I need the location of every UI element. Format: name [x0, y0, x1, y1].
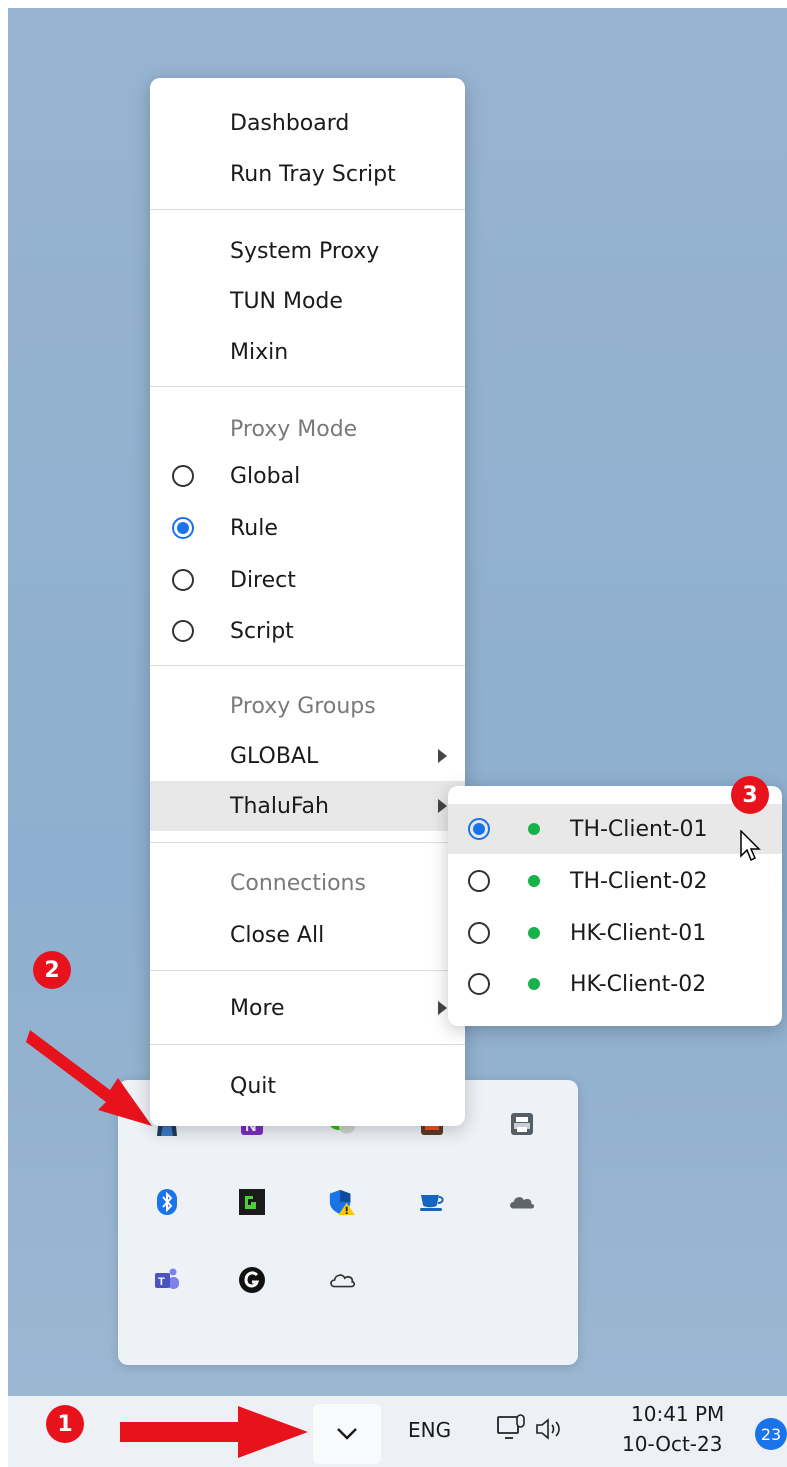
menu-item-label: Dashboard: [230, 110, 350, 136]
menu-item-label: Close All: [230, 922, 325, 948]
teacup-icon[interactable]: [418, 1188, 446, 1216]
menu-item-label: Direct: [230, 567, 296, 593]
mouse-cursor-icon: [740, 830, 761, 862]
annotation-badge-3: 3: [731, 776, 769, 814]
submenu-arrow-icon: [438, 749, 447, 763]
menu-header-proxy-groups: Proxy Groups: [150, 681, 465, 731]
clock-date[interactable]: 10-Oct-23: [622, 1432, 722, 1456]
menu-item-label: Quit: [230, 1073, 276, 1099]
menu-item-group-global[interactable]: GLOBAL: [150, 731, 465, 781]
tray-context-menu: Dashboard Run Tray Script System Proxy T…: [150, 78, 465, 1126]
submenu-item-label: TH-Client-01: [570, 816, 708, 842]
annotation-badge-1: 1: [46, 1405, 84, 1443]
notification-count-badge[interactable]: 23: [755, 1418, 787, 1450]
menu-item-system-proxy[interactable]: System Proxy: [150, 226, 465, 276]
radio-button-off[interactable]: [468, 922, 490, 944]
menu-item-script[interactable]: Script: [150, 606, 465, 656]
menu-item-label: GLOBAL: [230, 743, 319, 769]
menu-item-mixin[interactable]: Mixin: [150, 327, 465, 377]
status-dot-icon: [528, 927, 540, 939]
menu-item-quit[interactable]: Quit: [150, 1061, 465, 1111]
menu-item-tun-mode[interactable]: TUN Mode: [150, 276, 465, 326]
menu-header-connections: Connections: [150, 858, 465, 908]
input-language-indicator[interactable]: ENG: [408, 1418, 451, 1442]
menu-item-label: Global: [230, 463, 301, 489]
menu-item-label: Run Tray Script: [230, 161, 396, 187]
radio-button-off[interactable]: [172, 569, 194, 591]
submenu-item[interactable]: TH-Client-01: [448, 804, 782, 854]
status-dot-icon: [528, 823, 540, 835]
onedrive-icon[interactable]: [328, 1266, 356, 1294]
status-dot-icon: [528, 875, 540, 887]
radio-button-off[interactable]: [172, 465, 194, 487]
taskbar: 1 ENG 10:41 PM 10-Oct-23 23: [8, 1396, 787, 1467]
menu-header-label: Proxy Mode: [230, 416, 358, 442]
menu-item-label: More: [230, 995, 285, 1021]
annotation-arrow-1: [120, 1406, 308, 1458]
radio-button-off[interactable]: [468, 870, 490, 892]
menu-header-label: Connections: [230, 870, 366, 896]
menu-item-group-thalufah[interactable]: ThaluFah: [150, 781, 465, 831]
menu-separator: [150, 970, 465, 971]
submenu-item-label: HK-Client-01: [570, 920, 707, 946]
menu-separator: [150, 842, 465, 843]
menu-item-run-tray-script[interactable]: Run Tray Script: [150, 149, 465, 199]
menu-item-more[interactable]: More: [150, 983, 465, 1033]
annotation-badge-2: 2: [33, 951, 71, 989]
g-app-icon[interactable]: [238, 1266, 266, 1294]
menu-item-label: Script: [230, 618, 294, 644]
submenu-item-label: HK-Client-02: [570, 971, 707, 997]
annotation-arrow-2: [26, 1030, 152, 1126]
radio-button-on[interactable]: [172, 517, 194, 539]
submenu-arrow-icon: [438, 799, 447, 813]
menu-item-label: Mixin: [230, 339, 289, 365]
printer-icon[interactable]: [508, 1110, 536, 1138]
submenu-item[interactable]: HK-Client-02: [448, 959, 782, 1009]
defender-icon[interactable]: [328, 1188, 356, 1216]
menu-item-direct[interactable]: Direct: [150, 555, 465, 605]
teams-icon[interactable]: T: [153, 1266, 181, 1294]
show-hidden-icons-button[interactable]: [313, 1404, 381, 1464]
menu-separator: [150, 209, 465, 210]
proxy-group-submenu: TH-Client-01 TH-Client-02 HK-Client-01 H…: [448, 786, 782, 1026]
network-icon[interactable]: [496, 1412, 528, 1444]
terminal-app-icon[interactable]: [238, 1188, 266, 1216]
menu-separator: [150, 665, 465, 666]
menu-item-dashboard[interactable]: Dashboard: [150, 98, 465, 148]
radio-button-off[interactable]: [468, 973, 490, 995]
menu-header-proxy-mode: Proxy Mode: [150, 404, 465, 454]
submenu-item[interactable]: TH-Client-02: [448, 856, 782, 906]
radio-button-on[interactable]: [468, 818, 490, 840]
clock-time[interactable]: 10:41 PM: [631, 1402, 724, 1426]
menu-header-label: Proxy Groups: [230, 693, 376, 719]
volume-icon[interactable]: [534, 1416, 564, 1442]
svg-text:T: T: [158, 1276, 165, 1288]
cloud-dark-icon[interactable]: [508, 1188, 536, 1216]
menu-separator: [150, 386, 465, 387]
menu-item-label: System Proxy: [230, 238, 380, 264]
menu-separator: [150, 1044, 465, 1045]
submenu-item[interactable]: HK-Client-01: [448, 908, 782, 958]
menu-item-label: ThaluFah: [230, 793, 329, 819]
chevron-down-icon: [337, 1428, 357, 1440]
menu-item-global[interactable]: Global: [150, 451, 465, 501]
submenu-item-label: TH-Client-02: [570, 868, 708, 894]
radio-button-off[interactable]: [172, 620, 194, 642]
menu-item-label: TUN Mode: [230, 288, 343, 314]
submenu-arrow-icon: [438, 1001, 447, 1015]
status-dot-icon: [528, 978, 540, 990]
bluetooth-icon[interactable]: [153, 1188, 181, 1216]
menu-item-close-all[interactable]: Close All: [150, 910, 465, 960]
menu-item-label: Rule: [230, 515, 278, 541]
desktop: N T 2 Dashboard Run Tray Script System P…: [8, 8, 787, 1467]
menu-item-rule[interactable]: Rule: [150, 503, 465, 553]
